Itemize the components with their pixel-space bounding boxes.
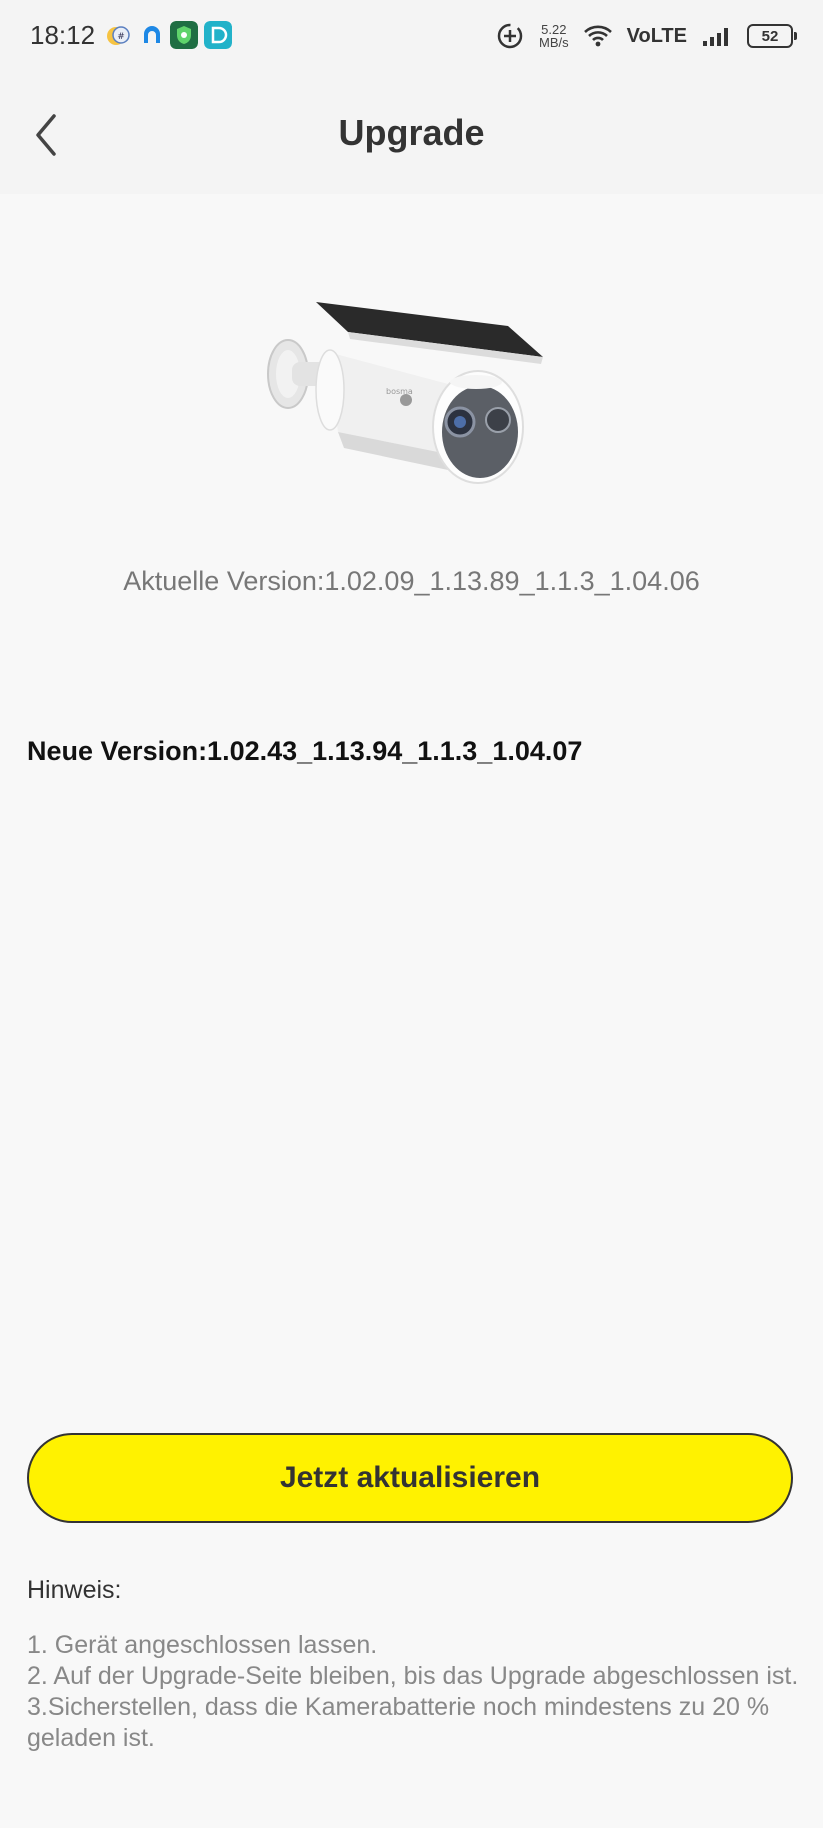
home-icon [144,26,160,43]
app-icon [204,21,232,49]
hint-title: Hinweis: [27,1576,122,1604]
network-speed-unit: MB/s [539,35,569,50]
status-time: 18:12 [30,20,96,50]
signal-icon [703,28,728,46]
status-right-group: 5.22 MB/s VoLTE 52 [495,18,797,54]
data-saver-icon [497,23,523,49]
hint-item: 3.Sicherstellen, dass die Kamerabatterie… [27,1693,770,1752]
battery-icon: 52 [747,24,797,48]
app-header: Upgrade [0,72,823,194]
hint-list: 1. Gerät angeschlossen lassen. 2. Auf de… [27,1630,807,1754]
new-version: Neue Version:1.02.43_1.13.94_1.1.3_1.04.… [27,736,583,766]
status-bar: 18:12 # 5.22 MB/s VoLTE 52 [0,0,823,72]
hint-item: 2. Auf der Upgrade-Seite bleiben, bis da… [27,1662,799,1690]
page-title: Upgrade [338,112,485,153]
hint-item: 1. Gerät angeschlossen lassen. [27,1631,378,1659]
update-now-button[interactable]: Jetzt aktualisieren [27,1433,793,1523]
current-version: Aktuelle Version:1.02.09_1.13.89_1.1.3_1… [123,566,700,596]
svg-text:#: # [117,32,125,42]
camera-image: bosma [267,302,543,484]
battery-level: 52 [761,27,779,45]
svg-text:bosma: bosma [386,387,413,396]
shield-icon [170,21,198,49]
wifi-icon [583,25,612,47]
network-speed: 5.22 MB/s [539,23,569,49]
weather-icon: # [107,26,130,45]
volte-label: VoLTE [626,24,687,47]
